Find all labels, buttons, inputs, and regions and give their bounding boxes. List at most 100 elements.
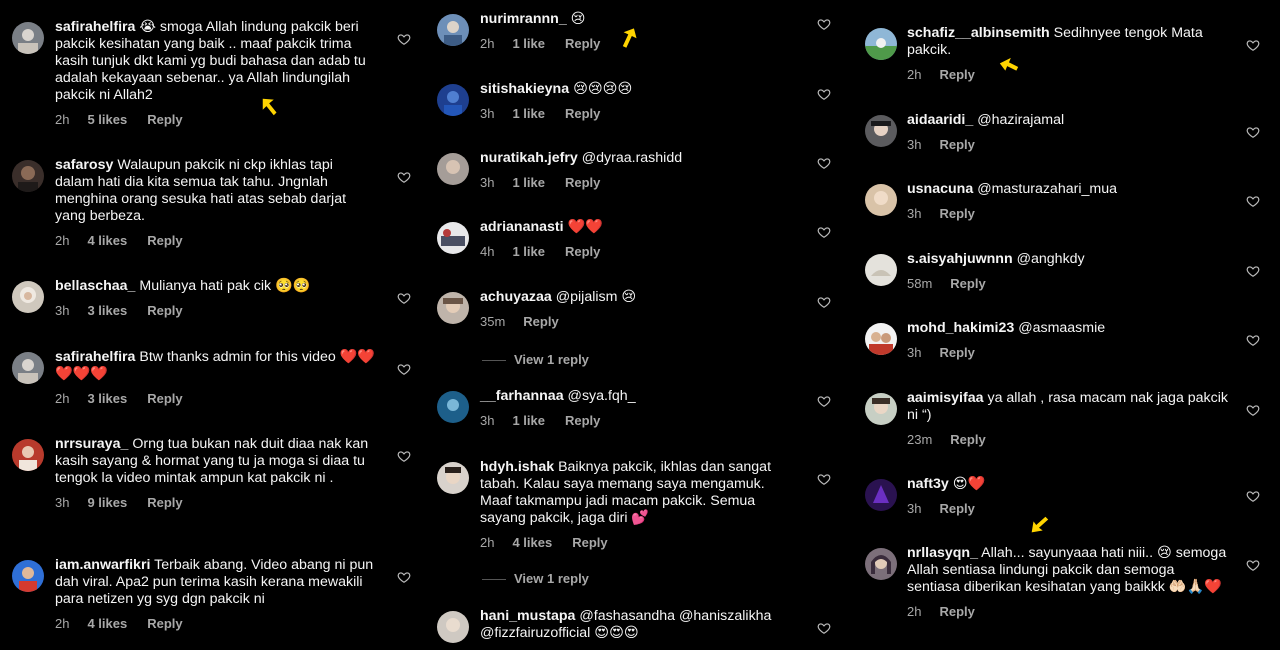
avatar[interactable] (865, 254, 897, 286)
avatar[interactable] (437, 222, 469, 254)
heart-outline-icon[interactable] (817, 295, 831, 309)
comment-likes[interactable]: 4 likes (512, 535, 552, 550)
comment-username[interactable]: bellaschaa_ (55, 278, 135, 294)
avatar[interactable] (12, 352, 44, 384)
comment-username[interactable]: mohd_hakimi23 (907, 320, 1014, 336)
reply-button[interactable]: Reply (565, 175, 600, 190)
reply-button[interactable]: Reply (939, 501, 974, 516)
comment-username[interactable]: hani_mustapa (480, 608, 575, 624)
heart-outline-icon[interactable] (397, 291, 411, 305)
heart-outline-icon[interactable] (1246, 403, 1260, 417)
heart-outline-icon[interactable] (1246, 558, 1260, 572)
comment-username[interactable]: schafiz__albinsemith (907, 25, 1050, 41)
heart-outline-icon[interactable] (817, 156, 831, 170)
comment-username[interactable]: nrllasyqn_ (907, 545, 978, 561)
comment-likes[interactable]: 1 like (512, 413, 545, 428)
comment-username[interactable]: adriananasti (480, 219, 564, 235)
avatar[interactable] (865, 548, 897, 580)
reply-button[interactable]: Reply (939, 67, 974, 82)
heart-outline-icon[interactable] (817, 472, 831, 486)
avatar[interactable] (437, 292, 469, 324)
avatar[interactable] (437, 84, 469, 116)
heart-outline-icon[interactable] (1246, 38, 1260, 52)
avatar[interactable] (865, 184, 897, 216)
avatar[interactable] (437, 14, 469, 46)
comment-username[interactable]: s.aisyahjuwnnn (907, 251, 1013, 267)
heart-outline-icon[interactable] (397, 170, 411, 184)
heart-outline-icon[interactable] (817, 394, 831, 408)
view-replies-button[interactable]: View 1 reply (482, 571, 589, 586)
heart-outline-icon[interactable] (817, 225, 831, 239)
comment-likes[interactable]: 1 like (512, 175, 545, 190)
comment-likes[interactable]: 1 like (512, 36, 545, 51)
heart-outline-icon[interactable] (397, 449, 411, 463)
comment-username[interactable]: sitishakieyna (480, 81, 569, 97)
heart-outline-icon[interactable] (1246, 489, 1260, 503)
heart-outline-icon[interactable] (1246, 194, 1260, 208)
avatar[interactable] (437, 153, 469, 185)
reply-button[interactable]: Reply (950, 432, 985, 447)
reply-button[interactable]: Reply (572, 535, 607, 550)
comment-username[interactable]: hdyh.ishak (480, 459, 554, 475)
avatar[interactable] (865, 115, 897, 147)
comment-likes[interactable]: 3 likes (87, 391, 127, 406)
avatar[interactable] (437, 462, 469, 494)
avatar[interactable] (12, 560, 44, 592)
comment-username[interactable]: naft3y (907, 476, 949, 492)
heart-outline-icon[interactable] (1246, 333, 1260, 347)
avatar[interactable] (437, 391, 469, 423)
avatar[interactable] (865, 393, 897, 425)
comment-likes[interactable]: 1 like (512, 244, 545, 259)
comment-likes[interactable]: 3 likes (87, 303, 127, 318)
avatar[interactable] (865, 28, 897, 60)
heart-outline-icon[interactable] (817, 87, 831, 101)
comment-username[interactable]: safirahelfira (55, 349, 135, 365)
comment-likes[interactable]: 4 likes (87, 616, 127, 631)
avatar[interactable] (865, 479, 897, 511)
comment-username[interactable]: nuratikah.jefry (480, 150, 578, 166)
reply-button[interactable]: Reply (939, 345, 974, 360)
avatar[interactable] (12, 439, 44, 471)
comment-likes[interactable]: 9 likes (87, 495, 127, 510)
reply-button[interactable]: Reply (565, 244, 600, 259)
reply-button[interactable]: Reply (939, 137, 974, 152)
heart-outline-icon[interactable] (817, 17, 831, 31)
avatar[interactable] (865, 323, 897, 355)
comment-username[interactable]: nrrsuraya_ (55, 436, 128, 452)
reply-button[interactable]: Reply (565, 36, 600, 51)
comment-username[interactable]: aidaaridi_ (907, 112, 973, 128)
heart-outline-icon[interactable] (397, 570, 411, 584)
comment-username[interactable]: achuyazaa (480, 289, 552, 305)
avatar[interactable] (12, 22, 44, 54)
reply-button[interactable]: Reply (147, 303, 182, 318)
comment-username[interactable]: __farhannaa (480, 388, 564, 404)
heart-outline-icon[interactable] (1246, 125, 1260, 139)
reply-button[interactable]: Reply (565, 413, 600, 428)
avatar[interactable] (12, 281, 44, 313)
comment-likes[interactable]: 1 like (512, 106, 545, 121)
comment-username[interactable]: safarosy (55, 157, 113, 173)
reply-button[interactable]: Reply (147, 616, 182, 631)
heart-outline-icon[interactable] (1246, 264, 1260, 278)
heart-outline-icon[interactable] (397, 32, 411, 46)
avatar[interactable] (437, 611, 469, 643)
reply-button[interactable]: Reply (939, 206, 974, 221)
reply-button[interactable]: Reply (147, 391, 182, 406)
comment-username[interactable]: nurimrannn_ (480, 11, 567, 27)
reply-button[interactable]: Reply (147, 112, 182, 127)
avatar[interactable] (12, 160, 44, 192)
reply-button[interactable]: Reply (147, 233, 182, 248)
reply-button[interactable]: Reply (939, 604, 974, 619)
comment-username[interactable]: usnacuna (907, 181, 973, 197)
comment-likes[interactable]: 4 likes (87, 233, 127, 248)
comment-username[interactable]: safirahelfira (55, 19, 135, 35)
comment-likes[interactable]: 5 likes (87, 112, 127, 127)
reply-button[interactable]: Reply (523, 314, 558, 329)
comment-username[interactable]: aaimisyifaa (907, 390, 984, 406)
reply-button[interactable]: Reply (565, 106, 600, 121)
heart-outline-icon[interactable] (397, 362, 411, 376)
view-replies-button[interactable]: View 1 reply (482, 352, 589, 367)
comment-username[interactable]: iam.anwarfikri (55, 557, 150, 573)
reply-button[interactable]: Reply (147, 495, 182, 510)
reply-button[interactable]: Reply (950, 276, 985, 291)
